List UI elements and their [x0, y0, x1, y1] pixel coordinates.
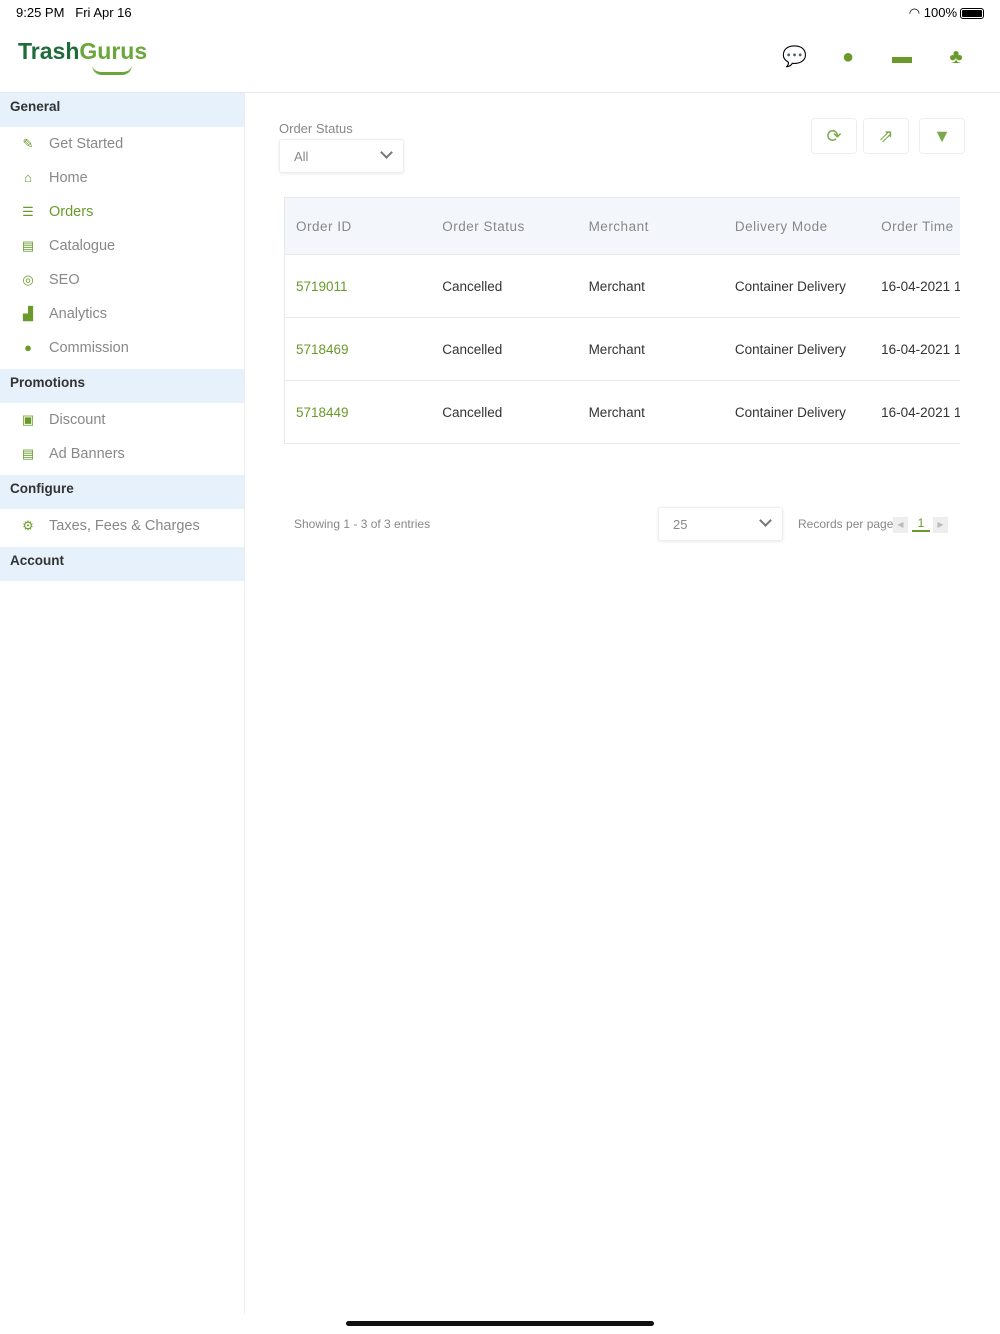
taxes-fees-charges-icon: ⚙ — [22, 518, 34, 533]
sidebar-section-account: Account — [0, 547, 244, 581]
seo-icon: ◎ — [22, 272, 34, 287]
cell-delivery-mode: Container Delivery — [724, 279, 870, 294]
cell-text: 16-04-2021 19 — [881, 404, 960, 420]
cell-order-time: 16-04-2021 19 — [870, 342, 960, 357]
table-row[interactable]: 5718469 Cancelled Merchant Container Delive… — [285, 317, 960, 380]
sidebar: General ✎ Get Started ⌂ Home ☰ Orders ▤ Catalogu… — [0, 93, 245, 1314]
sidebar-item-label: Analytics — [49, 306, 108, 322]
sidebar-item-label: Taxes, Fees & Charges — [49, 518, 200, 534]
sidebar-item-label: Catalogue — [49, 238, 116, 254]
home-icon: ⌂ — [24, 170, 32, 185]
catalogue-icon: ▤ — [21, 238, 35, 253]
home-indicator — [346, 1321, 654, 1326]
cell-order-id[interactable]: 5719011 — [285, 279, 431, 294]
order-id-link[interactable]: 5719011 — [296, 279, 348, 294]
sidebar-section-promotions: Promotions — [0, 369, 244, 403]
table-row[interactable]: 5719011 Cancelled Merchant Container Delive… — [285, 254, 960, 317]
table-row[interactable]: 5718449 Cancelled Merchant Container Delive… — [285, 380, 960, 443]
sidebar-item-taxes-fees-charges[interactable]: ⚙ Taxes, Fees & Charges — [0, 509, 244, 543]
sidebar-item-ad-banners[interactable]: ▤ Ad Banners — [0, 437, 244, 471]
cell-text: Container Delivery — [734, 341, 846, 357]
showing-entries: Showing 1 - 3 of 3 entries — [294, 517, 431, 531]
sidebar-section-general: General — [0, 93, 244, 127]
cell-text: Container Delivery — [734, 278, 846, 294]
cell-text: Container Delivery — [734, 404, 846, 420]
col-order-status[interactable]: Order Status — [431, 219, 577, 234]
cell-text: 16-04-2021 19 — [881, 278, 960, 294]
cell-order-id[interactable]: 5718449 — [285, 405, 431, 420]
sidebar-item-label: Get Started — [49, 136, 124, 152]
sidebar-item-label: Home — [49, 170, 88, 186]
cell-text: Merchant — [588, 341, 645, 357]
sidebar-item-orders[interactable]: ☰ Orders — [0, 195, 244, 229]
cell-order-status: Cancelled — [431, 279, 577, 294]
sidebar-section-configure: Configure — [0, 475, 244, 509]
discount-icon: ▣ — [21, 412, 35, 427]
wifi-icon: ◠ — [908, 5, 921, 20]
next-page-button[interactable]: ▶ — [933, 517, 948, 533]
cell-text: 16-04-2021 19 — [881, 341, 960, 357]
cell-text: Cancelled — [442, 404, 503, 420]
col-merchant[interactable]: Merchant — [578, 219, 724, 234]
ad-banners-icon: ▤ — [21, 446, 35, 461]
records-per-page-label: Records per page — [798, 517, 894, 531]
analytics-icon: ▟ — [23, 306, 33, 321]
sidebar-item-analytics[interactable]: ▟ Analytics — [0, 297, 244, 331]
col-delivery-mode[interactable]: Delivery Mode — [724, 219, 870, 234]
cell-order-status: Cancelled — [431, 405, 577, 420]
sidebar-item-label: Discount — [49, 412, 106, 428]
sidebar-item-label: SEO — [49, 272, 80, 288]
status-bar: 9:25 PM Fri Apr 16 ◠ 100% — [16, 5, 984, 21]
col-order-id[interactable]: Order ID — [285, 219, 431, 234]
order-status-label: Order Status — [279, 121, 353, 136]
leaf-icon[interactable]: ♣ — [944, 46, 968, 68]
cell-delivery-mode: Container Delivery — [724, 405, 870, 420]
sidebar-item-label: Orders — [49, 204, 94, 220]
order-id-link[interactable]: 5718449 — [296, 405, 349, 420]
cell-merchant: Merchant — [578, 405, 724, 420]
cell-text: Cancelled — [442, 341, 503, 357]
prev-page-button[interactable]: ◀ — [893, 517, 908, 533]
order-id-link[interactable]: 5718469 — [296, 342, 349, 357]
battery-text: 100% — [923, 5, 957, 20]
filter-button[interactable]: ▼ — [919, 118, 965, 154]
col-order-time[interactable]: Order Time — [870, 219, 960, 234]
sidebar-item-get-started[interactable]: ✎ Get Started — [0, 127, 244, 161]
sidebar-item-label: Commission — [49, 340, 129, 356]
date: Fri Apr 16 — [75, 5, 132, 20]
sidebar-item-home[interactable]: ⌂ Home — [0, 161, 244, 195]
truck-icon[interactable]: ▬ — [890, 46, 914, 68]
current-page[interactable]: 1 — [912, 516, 930, 532]
android-icon[interactable]: ● — [836, 46, 860, 68]
refresh-button[interactable]: ⟳ — [811, 118, 857, 154]
support-chat-icon[interactable]: 💬 — [782, 46, 807, 68]
cell-text: Cancelled — [442, 278, 503, 294]
time: 9:25 PM — [16, 5, 65, 20]
logo[interactable]: TrashGurus — [18, 38, 147, 75]
sidebar-item-seo[interactable]: ◎ SEO — [0, 263, 244, 297]
sidebar-item-label: Ad Banners — [49, 446, 125, 462]
cell-delivery-mode: Container Delivery — [724, 342, 870, 357]
sidebar-item-catalogue[interactable]: ▤ Catalogue — [0, 229, 244, 263]
cell-order-status: Cancelled — [431, 342, 577, 357]
battery-icon — [960, 8, 984, 20]
header: TrashGurus 💬 ● ▬ ♣ — [0, 30, 1000, 93]
sidebar-item-discount[interactable]: ▣ Discount — [0, 403, 244, 437]
cell-order-time: 16-04-2021 19 — [870, 279, 960, 294]
get-started-icon: ✎ — [22, 136, 34, 151]
cell-merchant: Merchant — [578, 342, 724, 357]
sidebar-item-commission[interactable]: ● Commission — [0, 331, 244, 365]
cell-text: Merchant — [588, 404, 645, 420]
cell-text: Merchant — [588, 278, 645, 294]
export-button[interactable]: ⇗ — [863, 118, 909, 154]
cell-merchant: Merchant — [578, 279, 724, 294]
cell-order-id[interactable]: 5718469 — [285, 342, 431, 357]
per-page-select[interactable]: 25 — [658, 507, 783, 541]
orders-table: Order ID Order Status Merchant Delivery … — [284, 197, 960, 444]
orders-icon: ☰ — [22, 204, 34, 219]
cell-order-time: 16-04-2021 19 — [870, 405, 960, 420]
order-status-select[interactable]: All — [279, 139, 404, 173]
table-header: Order ID Order Status Merchant Delivery … — [285, 198, 960, 254]
commission-icon: ● — [24, 340, 32, 355]
